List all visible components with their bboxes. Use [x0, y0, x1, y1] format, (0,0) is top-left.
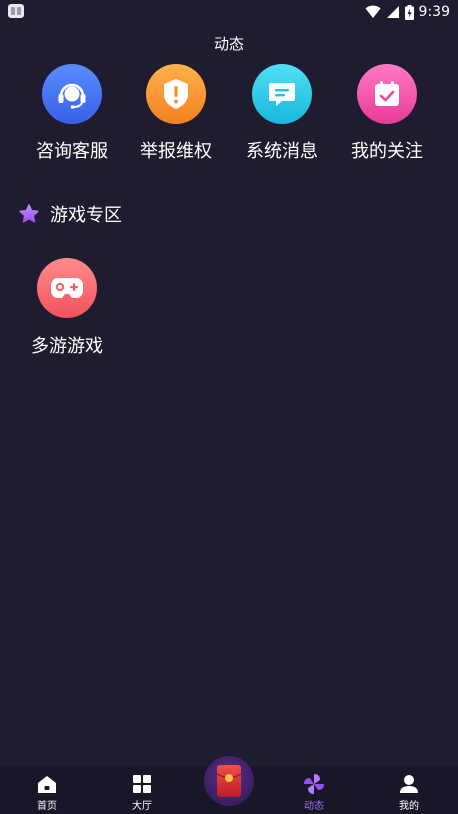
message-icon: [252, 64, 312, 124]
report-rights-label: 举报维权: [140, 141, 212, 162]
red-envelope-icon: [216, 765, 242, 797]
system-messages-button[interactable]: 系统消息: [229, 64, 335, 163]
status-bar: 9:39: [0, 0, 458, 24]
battery-charging-icon: [404, 4, 414, 20]
home-icon: [36, 773, 58, 795]
user-icon: [398, 773, 420, 795]
wifi-icon: [365, 5, 381, 18]
app-notification-icon: [8, 4, 24, 18]
shield-alert-icon: [146, 64, 206, 124]
my-follows-label: 我的关注: [351, 141, 423, 162]
nav-profile[interactable]: 我的: [371, 766, 447, 814]
system-messages-label: 系统消息: [246, 141, 318, 162]
game-section-header: 游戏专区: [18, 201, 122, 227]
grid-icon: [131, 773, 153, 795]
my-follows-button[interactable]: 我的关注: [334, 64, 440, 163]
nav-lobby[interactable]: 大厅: [104, 766, 180, 814]
page-title: 动态: [213, 35, 244, 53]
red-envelope-button[interactable]: [204, 756, 254, 806]
status-indicators: 9:39: [365, 2, 450, 22]
customer-service-label: 咨询客服: [36, 141, 108, 162]
app-screen: 9:39 动态 咨询客服 举报维权 系统消息 我的关注 游戏专区 多游游戏 首页…: [0, 0, 458, 814]
nav-feed-label: 动态: [304, 801, 324, 812]
star-icon: [19, 204, 39, 223]
quick-actions: 咨询客服 举报维权 系统消息 我的关注: [0, 64, 458, 164]
gamepad-icon: [37, 258, 97, 318]
section-title: 游戏专区: [50, 205, 122, 226]
report-rights-button[interactable]: 举报维权: [123, 64, 229, 163]
nav-profile-label: 我的: [399, 801, 419, 812]
status-time: 9:39: [418, 4, 450, 20]
pinwheel-icon: [303, 773, 325, 795]
nav-lobby-label: 大厅: [132, 801, 152, 812]
headset-icon: [42, 64, 102, 124]
nav-feed[interactable]: 动态: [276, 766, 352, 814]
calendar-check-icon: [357, 64, 417, 124]
game-item-duoyou[interactable]: 多游游戏: [24, 258, 110, 358]
customer-service-button[interactable]: 咨询客服: [19, 64, 125, 163]
nav-home-label: 首页: [37, 801, 57, 812]
nav-home[interactable]: 首页: [9, 766, 85, 814]
game-label: 多游游戏: [31, 336, 103, 357]
cellular-signal-icon: [386, 6, 399, 18]
